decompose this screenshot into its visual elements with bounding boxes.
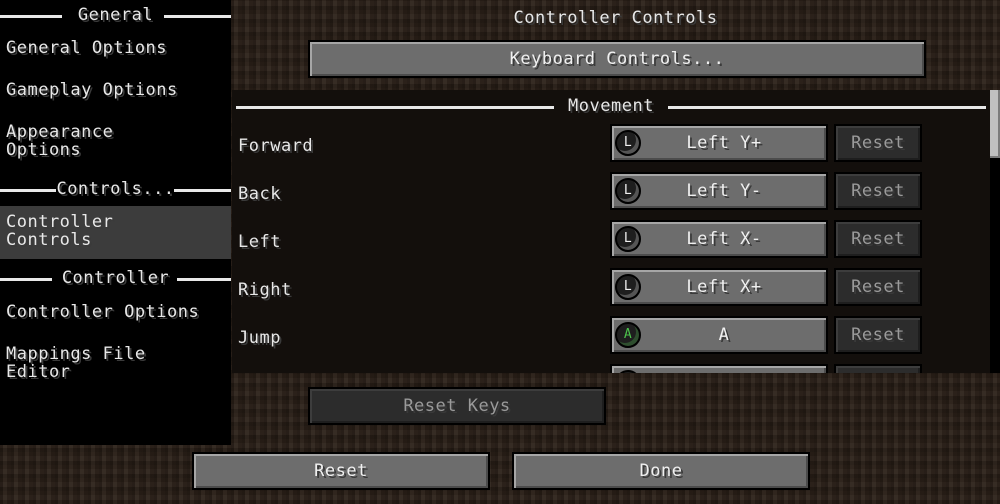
control-label-back: Back xyxy=(238,184,281,204)
done-button[interactable]: Done xyxy=(512,452,810,490)
section-title: Movement xyxy=(568,96,654,116)
page-title: Controller Controls xyxy=(513,8,718,28)
sidebar-item-appearance-options[interactable]: Appearance Options xyxy=(0,123,150,159)
binding-value: Left X- xyxy=(686,229,762,249)
left-stick-icon: L xyxy=(615,274,641,300)
sidebar-item-controller-controls[interactable]: Controller Controls xyxy=(0,206,231,259)
section-header-general: General xyxy=(0,5,231,25)
control-label-jump: Jump xyxy=(238,328,281,348)
reset-button-left[interactable]: Reset xyxy=(834,220,922,258)
sidebar-item-general-options[interactable]: General Options xyxy=(0,39,231,57)
binding-value: Left Y+ xyxy=(686,133,762,153)
section-title: General xyxy=(77,5,154,25)
left-stick-icon: L xyxy=(615,178,641,204)
binding-button-left[interactable]: L Left X- xyxy=(610,220,828,258)
reset-button-right[interactable]: Reset xyxy=(834,268,922,306)
sidebar-item-label: Controller Controls xyxy=(6,212,114,250)
left-stick-icon: L xyxy=(615,130,641,156)
binding-button-next[interactable] xyxy=(610,364,828,373)
binding-value: A xyxy=(718,325,730,345)
binding-button-right[interactable]: L Left X+ xyxy=(610,268,828,306)
section-title: Controller xyxy=(61,268,170,288)
binding-button-forward[interactable]: L Left Y+ xyxy=(610,124,828,162)
controls-list: Movement Forward L Left Y+ Reset Back L … xyxy=(232,90,990,373)
reset-button-back[interactable]: Reset xyxy=(834,172,922,210)
reset-button-next[interactable] xyxy=(834,364,922,373)
control-label-right: Right xyxy=(238,280,292,300)
reset-button[interactable]: Reset xyxy=(192,452,490,490)
binding-button-jump[interactable]: A A xyxy=(610,316,828,354)
section-header-controls: Controls... xyxy=(0,179,231,199)
sidebar-item-mappings-file-editor[interactable]: Mappings File Editor xyxy=(0,345,170,381)
left-stick-icon: L xyxy=(615,226,641,252)
sidebar-item-controller-options[interactable]: Controller Options xyxy=(0,303,231,321)
section-title: Controls... xyxy=(56,179,175,199)
binding-value: Left X+ xyxy=(686,277,762,297)
sidebar-item-gameplay-options[interactable]: Gameplay Options xyxy=(0,81,231,99)
keyboard-controls-button[interactable]: Keyboard Controls... xyxy=(308,40,926,78)
reset-button-jump[interactable]: Reset xyxy=(834,316,922,354)
binding-value: Left Y- xyxy=(686,181,762,201)
a-button-icon: A xyxy=(615,322,641,348)
section-header-movement: Movement xyxy=(232,96,990,116)
binding-button-back[interactable]: L Left Y- xyxy=(610,172,828,210)
scrollbar-thumb[interactable] xyxy=(990,90,1000,158)
control-label-forward: Forward xyxy=(238,136,314,156)
scrollbar[interactable] xyxy=(990,90,1000,373)
reset-button-forward[interactable]: Reset xyxy=(834,124,922,162)
control-label-left: Left xyxy=(238,232,281,252)
section-header-controller: Controller xyxy=(0,268,231,288)
button-icon xyxy=(615,370,641,373)
reset-keys-button[interactable]: Reset Keys xyxy=(308,387,606,425)
sidebar: General General Options Gameplay Options… xyxy=(0,0,231,445)
